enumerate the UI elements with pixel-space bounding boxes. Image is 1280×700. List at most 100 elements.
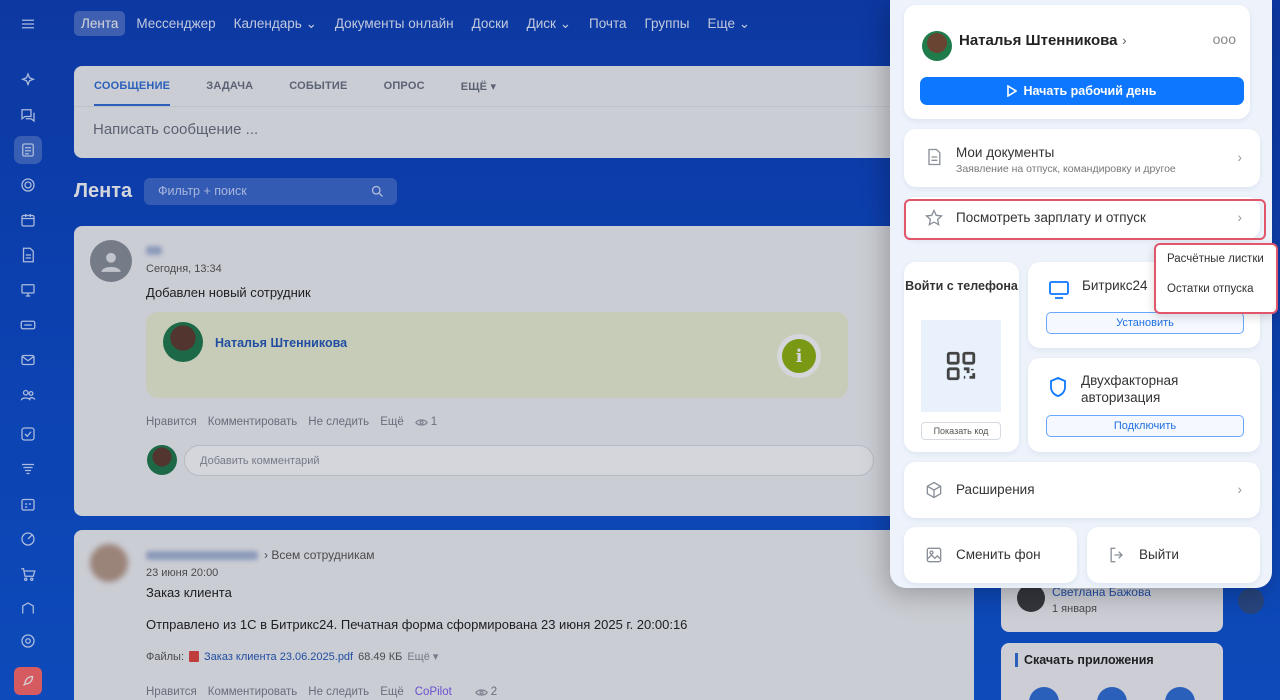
left-rail (0, 0, 56, 700)
nav-documents[interactable]: Документы онлайн (328, 11, 461, 36)
my-documents-subtitle: Заявление на отпуск, командировку и друг… (956, 163, 1176, 175)
avatar[interactable] (1238, 588, 1264, 614)
post-actions: Нравится Комментировать Не следить Ещё C… (146, 686, 497, 698)
cube-icon (924, 480, 944, 500)
copilot-icon[interactable] (14, 66, 42, 94)
tab-event[interactable]: СОБЫТИЕ (289, 80, 347, 106)
tasks-icon[interactable] (14, 420, 42, 448)
target-icon[interactable] (14, 171, 42, 199)
drive-icon[interactable] (14, 311, 42, 339)
chevron-down-icon: ⌄ (559, 15, 571, 31)
goals-icon[interactable] (14, 525, 42, 553)
post-audience: › Всем сотрудникам (264, 548, 375, 562)
nav-groups[interactable]: Группы (638, 11, 697, 36)
post-time: 23 июня 20:00 (146, 567, 219, 579)
author-name-blurred[interactable] (146, 551, 258, 560)
shop-icon[interactable] (14, 560, 42, 588)
birthday-date: 1 января (1052, 603, 1097, 615)
post-actions: Нравится Комментировать Не следить Ещё 1 (146, 416, 437, 428)
my-documents-item[interactable]: Мои документы Заявление на отпуск, коман… (904, 129, 1260, 187)
views-counter: 2 (474, 686, 497, 698)
unfollow-button[interactable]: Не следить (308, 416, 369, 428)
extensions-item[interactable]: Расширения › (904, 462, 1260, 518)
avatar[interactable] (90, 240, 132, 282)
change-background-label: Сменить фон (956, 547, 1041, 562)
document-icon (924, 147, 944, 167)
comment-button[interactable]: Комментировать (208, 686, 298, 698)
filter-search-input[interactable]: Фильтр + поиск (144, 178, 397, 205)
apple-icon[interactable] (1029, 687, 1059, 700)
user-card: Наталья Штенникова › ооо Начать рабочий … (904, 5, 1250, 119)
user-icon (101, 252, 121, 272)
avatar[interactable] (90, 544, 128, 582)
nav-boards[interactable]: Доски (465, 11, 516, 36)
logout-button[interactable]: Выйти (1087, 527, 1260, 583)
messenger-icon[interactable] (14, 101, 42, 129)
settings-icon[interactable] (14, 627, 42, 655)
post-title: Добавлен новый сотрудник (146, 285, 311, 300)
two-factor-title: Двухфакторная авторизация (1081, 373, 1179, 405)
new-employee-card: Наталья Штенникова i (146, 312, 848, 398)
install-button[interactable]: Установить (1046, 312, 1244, 334)
show-code-button[interactable]: Показать код (921, 422, 1001, 440)
comment-button[interactable]: Комментировать (208, 416, 298, 428)
message-input[interactable]: Написать сообщение ... (74, 107, 904, 138)
linux-icon[interactable] (1165, 687, 1195, 700)
post-composer: СООБЩЕНИЕ ЗАДАЧА СОБЫТИЕ ОПРОС ЕЩЁ ▾ Нап… (74, 66, 904, 158)
crm-icon[interactable] (14, 455, 42, 483)
comment-input[interactable]: Добавить комментарий (184, 445, 874, 476)
like-button[interactable]: Нравится (146, 416, 197, 428)
file-more-button[interactable]: Ещё ▾ (407, 650, 438, 663)
start-workday-button[interactable]: Начать рабочий день (920, 77, 1244, 105)
rocket-icon[interactable] (14, 667, 42, 695)
unfollow-button[interactable]: Не следить (308, 686, 369, 698)
author-name-blurred[interactable] (146, 246, 162, 255)
mail-icon[interactable] (14, 346, 42, 374)
new-employee-name[interactable]: Наталья Штенникова (215, 336, 347, 350)
qr-code[interactable] (921, 320, 1001, 412)
windows-icon[interactable] (1097, 687, 1127, 700)
change-background-button[interactable]: Сменить фон (904, 527, 1077, 583)
nav-drive[interactable]: Диск ⌄ (520, 11, 578, 37)
documents-icon[interactable] (14, 241, 42, 269)
search-icon[interactable] (370, 184, 385, 199)
more-button[interactable]: Ещё (380, 686, 404, 698)
monitor-icon (1048, 280, 1070, 300)
tab-task[interactable]: ЗАДАЧА (206, 80, 253, 106)
menu-item-vacation-balance[interactable]: Остатки отпуска (1167, 283, 1254, 295)
file-link[interactable]: Заказ клиента 23.06.2025.pdf (204, 651, 353, 663)
user-name[interactable]: Наталья Штенникова (959, 32, 1117, 49)
tab-more-label: ЕЩЁ (460, 81, 488, 93)
like-button[interactable]: Нравится (146, 686, 197, 698)
nav-more[interactable]: Еще ⌄ (700, 11, 757, 37)
image-icon (924, 545, 944, 570)
calendar-icon[interactable] (14, 206, 42, 234)
more-icon[interactable]: ооо (1213, 31, 1236, 47)
copilot-button[interactable]: CoPilot (415, 686, 452, 698)
menu-icon[interactable] (14, 10, 42, 38)
nav-calendar[interactable]: Календарь ⌄ (227, 11, 324, 37)
boards-icon[interactable] (14, 276, 42, 304)
nav-feed[interactable]: Лента (74, 11, 126, 36)
avatar[interactable] (922, 31, 952, 61)
tab-poll[interactable]: ОПРОС (384, 80, 425, 106)
nav-calendar-label: Календарь (233, 15, 302, 31)
automation-icon[interactable] (14, 595, 42, 623)
nav-mail[interactable]: Почта (582, 11, 634, 36)
tab-message[interactable]: СООБЩЕНИЕ (94, 80, 171, 106)
nav-drive-label: Диск (526, 15, 556, 31)
connect-button[interactable]: Подключить (1046, 415, 1244, 437)
more-button[interactable]: Ещё (380, 416, 404, 428)
pdf-icon (189, 651, 200, 662)
feed-icon[interactable] (14, 136, 42, 164)
avatar[interactable] (163, 322, 203, 362)
files-label: Файлы: (146, 650, 185, 663)
chevron-right-icon: › (1122, 32, 1127, 48)
nav-messenger[interactable]: Мессенджер (129, 11, 222, 36)
groups-icon[interactable] (14, 381, 42, 409)
tab-more[interactable]: ЕЩЁ ▾ (461, 80, 497, 106)
avatar[interactable] (1017, 584, 1045, 612)
menu-item-payslips[interactable]: Расчётные листки (1167, 253, 1264, 265)
schedule-icon[interactable] (14, 490, 42, 518)
chevron-down-icon: ⌄ (305, 15, 317, 31)
